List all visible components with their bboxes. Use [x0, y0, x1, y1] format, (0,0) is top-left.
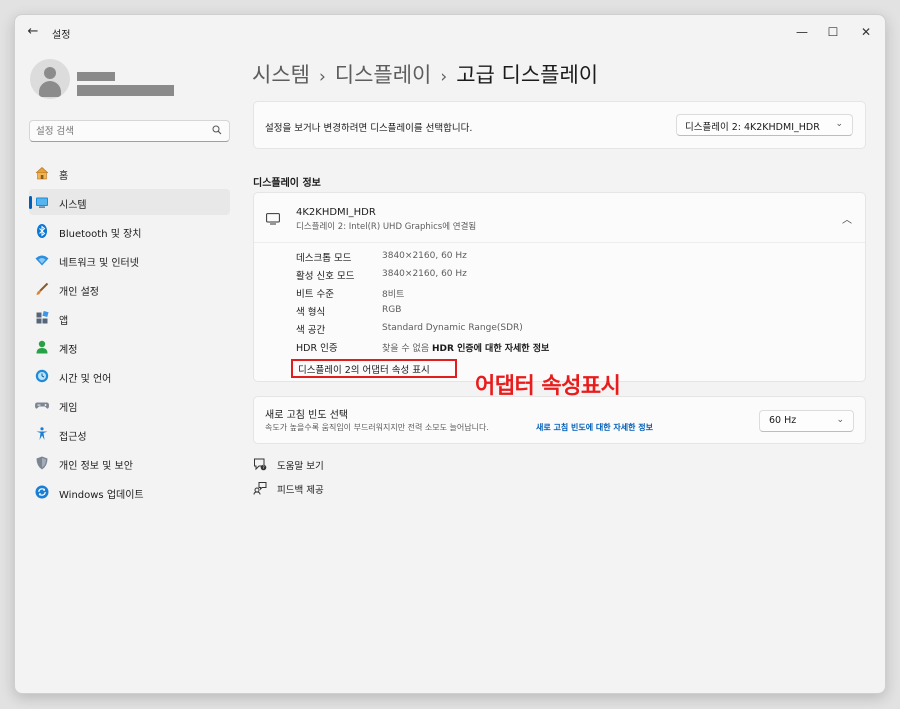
sidebar-item-label: Bluetooth 및 장치 [59, 229, 142, 240]
chevron-down-icon: ⌄ [836, 415, 844, 425]
sidebar-item-label: Windows 업데이트 [59, 490, 144, 501]
avatar-body [39, 81, 61, 97]
search-input[interactable] [29, 120, 230, 142]
sidebar-item-personalization[interactable]: 개인 설정 [29, 276, 230, 302]
profile-name-redacted [77, 72, 115, 81]
help-icon: ? [254, 458, 267, 471]
refresh-rate-description: 속도가 높을수록 움직임이 부드러워지지만 전력 소모도 늘어납니다. [265, 423, 489, 432]
app-title: 설정 [52, 30, 71, 41]
info-key: 데스크톱 모드 [296, 253, 352, 264]
system-icon [36, 197, 48, 208]
sidebar-item-gaming[interactable]: 게임 [29, 392, 230, 418]
sidebar-item-label: 게임 [59, 403, 78, 414]
minimize-button[interactable]: — [785, 21, 819, 43]
adapter-properties-link[interactable]: 디스플레이 2의 어댑터 속성 표시 [291, 359, 457, 378]
display-select-value: 디스플레이 2: 4K2KHDMI_HDR [685, 122, 820, 133]
info-value: 3840×2160, 60 Hz [382, 269, 467, 279]
feedback-label: 피드백 제공 [277, 485, 324, 496]
svg-text:?: ? [262, 465, 264, 470]
settings-window: ← 설정 — ☐ ✕ 홈 시스템 [14, 14, 886, 694]
bluetooth-icon [37, 224, 47, 238]
maximize-button[interactable]: ☐ [816, 21, 850, 43]
active-indicator [29, 196, 32, 209]
info-value: 3840×2160, 60 Hz [382, 251, 467, 261]
help-label: 도움말 보기 [277, 461, 324, 472]
avatar[interactable] [30, 59, 70, 99]
hdr-status: 찾을 수 없음 [382, 344, 430, 354]
sidebar-item-privacy[interactable]: 개인 정보 및 보안 [29, 450, 230, 476]
refresh-rate-info-link[interactable]: 새로 고침 빈도에 대한 자세한 정보 [536, 422, 653, 433]
sidebar-item-label: 홈 [59, 171, 69, 182]
account-icon [36, 340, 48, 354]
monitor-icon [266, 213, 280, 225]
network-icon [35, 255, 49, 266]
windows-update-icon [35, 485, 49, 499]
title-bar: ← 설정 — ☐ ✕ [15, 15, 885, 49]
sidebar-item-network[interactable]: 네트워크 및 인터넷 [29, 247, 230, 273]
info-key: 활성 신호 모드 [296, 271, 355, 282]
display-info-heading: 디스플레이 정보 [253, 178, 321, 189]
sidebar-item-label: 앱 [59, 316, 69, 327]
sidebar-item-bluetooth[interactable]: Bluetooth 및 장치 [29, 218, 230, 244]
accessibility-icon [36, 427, 48, 440]
info-key: 색 공간 [296, 325, 326, 336]
breadcrumb-system[interactable]: 시스템 [252, 63, 310, 87]
breadcrumb-separator: › [318, 67, 326, 87]
page-title: 고급 디스플레이 [456, 63, 599, 87]
sidebar-item-apps[interactable]: 앱 [29, 305, 230, 331]
privacy-shield-icon [36, 456, 48, 470]
display-select-prompt: 설정을 보거나 변경하려면 디스플레이를 선택합니다. [265, 123, 473, 134]
display-name: 4K2KHDMI_HDR [296, 207, 376, 218]
sidebar-item-label: 개인 설정 [59, 287, 99, 298]
sidebar-item-time-language[interactable]: 시간 및 언어 [29, 363, 230, 389]
chevron-up-icon[interactable]: ︿ [842, 211, 852, 226]
info-key: 비트 수준 [296, 289, 334, 300]
sidebar-item-label: 시간 및 언어 [59, 374, 112, 385]
refresh-rate-card: 새로 고침 빈도 선택 속도가 높을수록 움직임이 부드러워지지만 전력 소모도… [253, 396, 866, 444]
avatar-head [44, 67, 56, 79]
profile-email-redacted [77, 85, 174, 96]
search-icon [212, 125, 222, 135]
sidebar-item-accounts[interactable]: 계정 [29, 334, 230, 360]
breadcrumb-separator: › [440, 67, 448, 87]
apps-icon [36, 310, 49, 324]
sidebar-item-accessibility[interactable]: 접근성 [29, 421, 230, 447]
refresh-rate-title: 새로 고침 빈도 선택 [265, 410, 349, 421]
hdr-info-link[interactable]: HDR 인증에 대한 자세한 정보 [432, 344, 549, 354]
sidebar-item-label: 개인 정보 및 보안 [59, 461, 133, 472]
refresh-rate-dropdown[interactable]: 60 Hz ⌄ [759, 410, 854, 432]
back-button[interactable]: ← [25, 24, 41, 40]
breadcrumb: 시스템 › 디스플레이 › 고급 디스플레이 [252, 59, 598, 89]
home-icon [35, 166, 49, 180]
info-value: Standard Dynamic Range(SDR) [382, 323, 523, 333]
info-value: RGB [382, 305, 402, 315]
personalization-brush-icon [36, 282, 49, 295]
sidebar-item-system[interactable]: 시스템 [29, 189, 230, 215]
feedback-icon [253, 482, 267, 495]
info-value: 8비트 [382, 290, 405, 300]
display-connection: 디스플레이 2: Intel(R) UHD Graphics에 연결됨 [296, 222, 477, 232]
sidebar-item-label: 접근성 [59, 432, 87, 443]
info-key: HDR 인증 [296, 343, 338, 354]
sidebar-item-windows-update[interactable]: Windows 업데이트 [29, 479, 230, 505]
time-language-icon [35, 369, 49, 383]
sidebar-item-label: 계정 [59, 345, 78, 356]
close-button[interactable]: ✕ [849, 21, 883, 43]
refresh-rate-value: 60 Hz [769, 415, 797, 426]
display-info-card: 4K2KHDMI_HDR 디스플레이 2: Intel(R) UHD Graph… [253, 192, 866, 382]
gaming-controller-icon [35, 402, 49, 409]
divider [254, 242, 865, 243]
display-select-card: 설정을 보거나 변경하려면 디스플레이를 선택합니다. 디스플레이 2: 4K2… [253, 101, 866, 149]
chevron-down-icon: ⌄ [835, 119, 843, 129]
display-select-dropdown[interactable]: 디스플레이 2: 4K2KHDMI_HDR ⌄ [676, 114, 853, 136]
sidebar-item-label: 네트워크 및 인터넷 [59, 258, 139, 269]
info-value: 찾을 수 없음 HDR 인증에 대한 자세한 정보 [382, 341, 549, 354]
breadcrumb-display[interactable]: 디스플레이 [335, 63, 432, 87]
sidebar-item-home[interactable]: 홈 [29, 160, 230, 186]
info-key: 색 형식 [296, 307, 326, 318]
sidebar-item-label: 시스템 [59, 200, 87, 211]
